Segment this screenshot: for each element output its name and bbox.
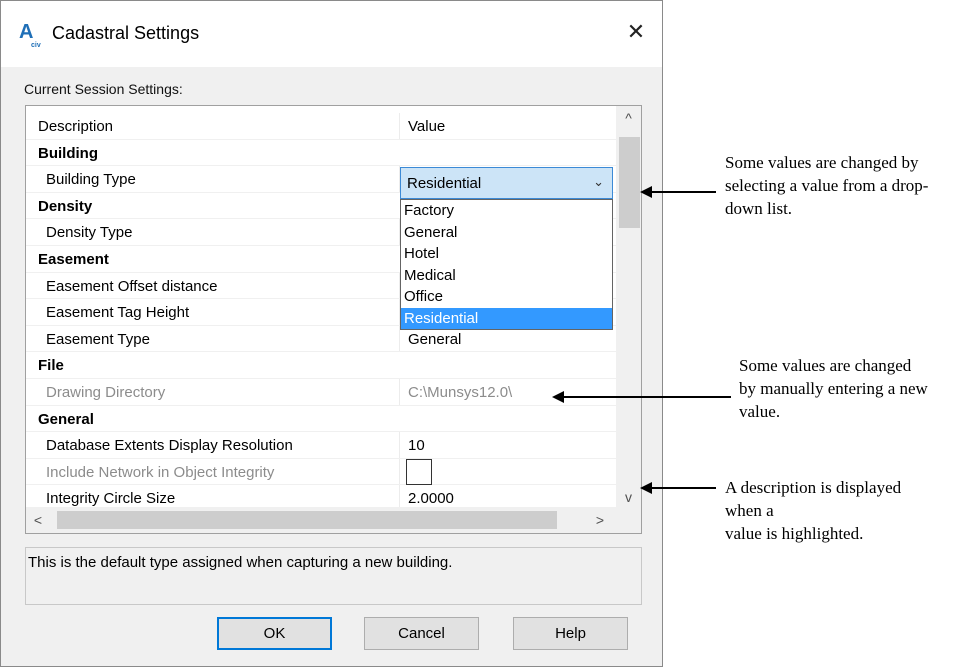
chevron-down-icon: ⌄	[593, 174, 604, 189]
column-divider	[399, 113, 400, 139]
cadastral-settings-dialog: Aciv Cadastral Settings ✕ Current Sessio…	[0, 0, 663, 667]
description-panel: This is the default type assigned when c…	[25, 547, 642, 605]
row-description: General	[38, 410, 94, 428]
building-type-combo[interactable]: Residential ⌄	[400, 167, 613, 199]
row-description: Building Type	[46, 171, 136, 189]
app-icon-sub: civ	[31, 42, 41, 49]
row-description: Building	[38, 144, 98, 162]
column-divider	[399, 378, 400, 405]
arrow-left-icon	[640, 481, 652, 494]
dropdown-option-office[interactable]: Office	[401, 286, 612, 308]
grid-category-row[interactable]: File	[26, 352, 616, 379]
close-icon: ✕	[626, 19, 646, 44]
annotation-manual-entry: Some values are changed by manually ente…	[739, 354, 928, 423]
row-description: Easement Type	[46, 330, 150, 348]
row-value[interactable]: General	[408, 331, 461, 348]
annotation-line: by manually entering a new	[739, 379, 928, 398]
help-button[interactable]: Help	[513, 617, 628, 650]
annotation-line: when a	[725, 501, 774, 520]
vertical-scrollbar[interactable]: ^ v	[616, 106, 641, 509]
window-title: Cadastral Settings	[52, 23, 200, 43]
annotation-line: down list.	[725, 199, 793, 218]
row-value[interactable]: 2.0000	[408, 490, 454, 507]
arrow-left-icon	[640, 185, 652, 198]
annotation-line: value is highlighted.	[725, 524, 864, 543]
dropdown-option-residential[interactable]: Residential	[401, 307, 612, 329]
annotation-dropdown: Some values are changed by selecting a v…	[725, 151, 928, 220]
dropdown-option-general[interactable]: General	[401, 222, 612, 244]
row-description: File	[38, 357, 64, 375]
row-description: Integrity Circle Size	[46, 490, 176, 508]
section-label: Current Session Settings:	[24, 81, 183, 97]
row-description: Density	[38, 197, 93, 215]
annotation-arrow-line	[562, 396, 731, 398]
cancel-button[interactable]: Cancel	[364, 617, 479, 650]
scroll-right-arrow[interactable]: >	[588, 507, 612, 533]
dropdown-option-medical[interactable]: Medical	[401, 265, 612, 287]
header-description: Description	[38, 118, 114, 135]
row-description: Easement Offset distance	[46, 277, 218, 295]
annotation-line: A description is displayed	[725, 478, 902, 497]
row-value[interactable]: C:\Munsys12.0\	[408, 384, 512, 401]
vertical-scroll-thumb[interactable]	[619, 137, 640, 228]
title-bar: Aciv Cadastral Settings ✕	[1, 1, 662, 67]
autocad-a-icon: Aciv	[19, 22, 41, 49]
annotation-line: value.	[739, 402, 781, 421]
column-divider	[399, 432, 400, 458]
scroll-down-arrow[interactable]: v	[616, 485, 641, 509]
dropdown-option-factory[interactable]: Factory	[401, 200, 612, 222]
grid-header-row: Description Value	[26, 113, 616, 140]
annotation-line: Some values are changed	[739, 356, 912, 375]
building-type-dropdown-list[interactable]: Factory General Hotel Medical Office Resident…	[400, 199, 613, 330]
horizontal-scroll-thumb[interactable]	[57, 511, 557, 529]
combo-selected-value: Residential	[407, 175, 482, 192]
annotation-line: Some values are changed by	[725, 153, 919, 172]
ok-button[interactable]: OK	[217, 617, 332, 650]
grid-property-row[interactable]: Drawing Directory C:\Munsys12.0\	[26, 378, 616, 406]
row-description: Include Network in Object Integrity	[46, 463, 275, 481]
close-button[interactable]: ✕	[623, 19, 649, 45]
grid-property-row[interactable]: Database Extents Display Resolution 10	[26, 432, 616, 459]
annotation-arrow-line	[650, 191, 716, 193]
row-description: Easement	[38, 250, 109, 268]
scroll-corner	[616, 507, 641, 533]
scroll-left-arrow[interactable]: <	[26, 507, 50, 533]
arrow-left-icon	[552, 390, 564, 403]
column-divider	[399, 458, 400, 485]
description-text: This is the default type assigned when c…	[28, 554, 453, 571]
row-description: Easement Tag Height	[46, 304, 190, 322]
annotation-arrow-line	[650, 487, 716, 489]
dropdown-option-hotel[interactable]: Hotel	[401, 243, 612, 265]
horizontal-scrollbar[interactable]: < >	[26, 507, 616, 533]
grid-property-row[interactable]: Include Network in Object Integrity	[26, 458, 616, 486]
row-value[interactable]: 10	[408, 437, 425, 454]
row-description: Database Extents Display Resolution	[46, 437, 293, 455]
include-network-checkbox[interactable]	[406, 459, 432, 485]
header-value: Value	[408, 118, 446, 135]
grid-category-row[interactable]: Building	[26, 140, 616, 167]
grid-category-row[interactable]: General	[26, 406, 616, 433]
scroll-up-arrow[interactable]: ^	[616, 106, 641, 130]
annotation-line: selecting a value from a drop-	[725, 176, 929, 195]
row-description: Drawing Directory	[46, 383, 166, 401]
row-description: Density Type	[46, 224, 133, 242]
annotation-description: A description is displayed when a value …	[725, 476, 901, 545]
